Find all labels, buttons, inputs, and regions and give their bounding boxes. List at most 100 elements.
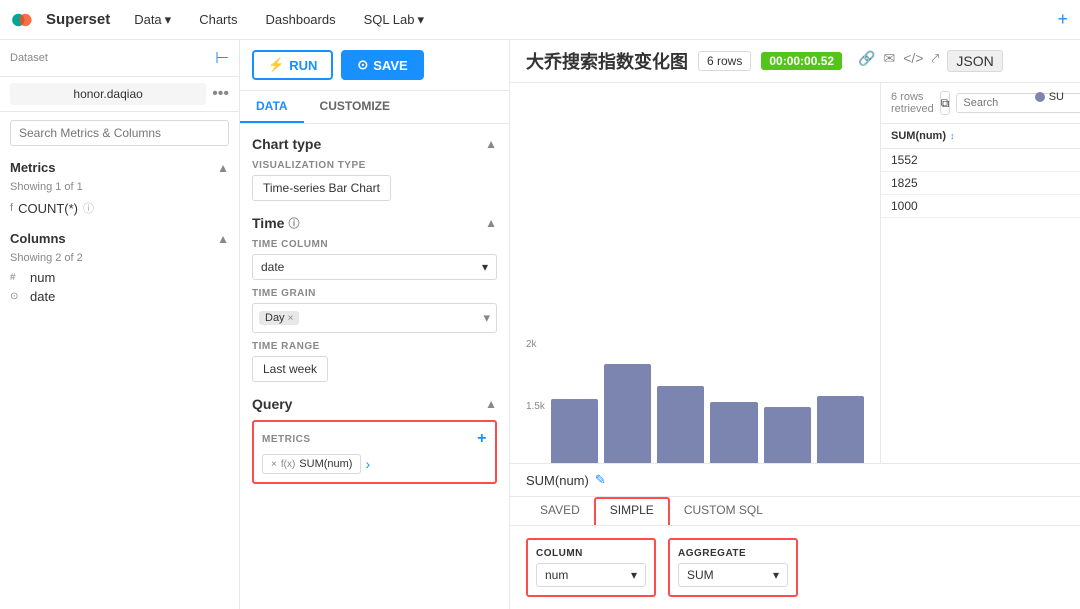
time-header[interactable]: Time ⓘ ▲: [252, 215, 497, 231]
metric-tag-row: × f(x) SUM(num) ›: [262, 454, 487, 474]
legend-label: SU: [1049, 91, 1064, 103]
dataset-header: Dataset ⊢: [0, 40, 239, 77]
query-chevron: ▲: [485, 397, 497, 411]
metrics-query-header: METRICS +: [262, 430, 487, 448]
column-num: # num: [10, 268, 229, 287]
time-grain-remove-icon[interactable]: ×: [288, 313, 294, 324]
chart-header: 大乔搜索指数变化图 6 rows 00:00:00.52 🔗 ✉ </> ⤤ J…: [510, 40, 1080, 83]
legend-dot: [1035, 92, 1045, 102]
data-row-1: 1552: [881, 149, 1080, 172]
metric-tag-arrow-icon[interactable]: ›: [365, 456, 370, 472]
nav-charts[interactable]: Charts: [195, 12, 241, 27]
y-label-1-5k: 1.5k: [526, 401, 545, 412]
rows-badge: 6 rows: [698, 51, 751, 71]
sum-column-box: COLUMN num ▾: [526, 538, 656, 597]
col-type-num: #: [10, 272, 24, 283]
sum-popup-header: SUM(num) ✎: [510, 464, 1080, 497]
top-navigation: Superset Data ▾ Charts Dashboards SQL La…: [0, 0, 1080, 40]
data-row-3: 1000: [881, 195, 1080, 218]
metrics-add-icon[interactable]: +: [477, 430, 487, 448]
metric-count: f COUNT(*) ⓘ: [10, 197, 229, 219]
metrics-query-section: METRICS + × f(x) SUM(num) ›: [252, 420, 497, 484]
middle-tabs: DATA CUSTOMIZE: [240, 91, 509, 124]
data-panel-copy-button[interactable]: ⧉: [940, 91, 951, 115]
sort-icon[interactable]: ↕: [950, 131, 955, 141]
time-column-chevron: ▾: [482, 260, 488, 274]
chart-type-block: Chart type ▲ VISUALIZATION TYPE Time-ser…: [252, 136, 497, 201]
time-column-label: TIME COLUMN: [252, 239, 497, 250]
code-icon[interactable]: </>: [903, 50, 923, 72]
nav-sqllab[interactable]: SQL Lab ▾: [360, 12, 428, 28]
time-grain-select[interactable]: Day × ▾: [252, 303, 497, 333]
json-label: JSON: [956, 53, 993, 69]
search-input[interactable]: [10, 120, 229, 146]
columns-section: Columns ▲ Showing 2 of 2 # num ⊙ date: [0, 225, 239, 312]
sum-tab-simple[interactable]: SIMPLE: [594, 497, 670, 525]
data-row-2: 1825: [881, 172, 1080, 195]
tab-data[interactable]: DATA: [240, 91, 304, 123]
dataset-name[interactable]: honor.daqiao: [10, 83, 206, 105]
sum-aggregate-select[interactable]: SUM ▾: [678, 563, 788, 587]
dataset-label: Dataset: [10, 52, 48, 64]
logo-text: Superset: [46, 11, 110, 28]
metrics-section: Metrics ▲ Showing 1 of 1 f COUNT(*) ⓘ: [0, 154, 239, 225]
dataset-name-row: honor.daqiao •••: [0, 77, 239, 112]
sum-tab-custom-sql[interactable]: CUSTOM SQL: [670, 497, 777, 525]
columns-header[interactable]: Columns ▲: [10, 231, 229, 246]
nav-plus-button[interactable]: +: [1057, 9, 1068, 30]
run-save-bar: ⚡ RUN ⊙ SAVE: [240, 40, 509, 91]
email-icon[interactable]: ✉: [884, 50, 896, 72]
search-area: [0, 112, 239, 154]
columns-chevron: ▲: [217, 232, 229, 246]
y-label-2k: 2k: [526, 339, 545, 350]
json-button[interactable]: JSON: [947, 50, 1002, 72]
info-icon: ⓘ: [83, 200, 94, 216]
chart-type-header[interactable]: Chart type ▲: [252, 136, 497, 152]
nav-sqllab-arrow: ▾: [417, 12, 424, 28]
time-grain-tag: Day ×: [259, 311, 299, 325]
sum-column-select[interactable]: num ▾: [536, 563, 646, 587]
save-icon: ⊙: [357, 57, 368, 73]
dataset-more-icon[interactable]: •••: [212, 85, 229, 103]
data-panel-rows: 6 rows retrieved: [891, 91, 934, 115]
save-button[interactable]: ⊙ SAVE: [341, 50, 423, 80]
main-layout: Dataset ⊢ honor.daqiao ••• Metrics ▲ Sho…: [0, 40, 1080, 609]
data-panel-header: 6 rows retrieved ⧉: [881, 83, 1080, 124]
sum-column-label: COLUMN: [536, 548, 646, 559]
metrics-showing: Showing 1 of 1: [10, 181, 229, 193]
data-table-header: SUM(num) ↕: [881, 124, 1080, 149]
function-small-icon: f(x): [281, 459, 295, 470]
run-button[interactable]: ⚡ RUN: [252, 50, 333, 80]
sum-tab-saved[interactable]: SAVED: [526, 497, 594, 525]
query-header[interactable]: Query ▲: [252, 396, 497, 412]
sidebar: Dataset ⊢ honor.daqiao ••• Metrics ▲ Sho…: [0, 40, 240, 609]
time-range-label: TIME RANGE: [252, 341, 497, 352]
chart-title: 大乔搜索指数变化图: [526, 48, 688, 74]
time-range-button[interactable]: Last week: [252, 356, 328, 382]
tab-customize[interactable]: CUSTOMIZE: [304, 91, 406, 123]
col-type-date: ⊙: [10, 291, 24, 302]
link-icon[interactable]: 🔗: [858, 50, 875, 72]
time-block: Time ⓘ ▲ TIME COLUMN date ▾ TIME GRAIN D…: [252, 215, 497, 382]
viz-type-button[interactable]: Time-series Bar Chart: [252, 175, 391, 201]
nav-data[interactable]: Data ▾: [130, 12, 175, 28]
time-column-select[interactable]: date ▾: [252, 254, 497, 280]
sum-aggregate-box: AGGREGATE SUM ▾: [668, 538, 798, 597]
function-icon: f: [10, 202, 13, 214]
logo: Superset: [12, 11, 110, 29]
metric-sum-tag[interactable]: × f(x) SUM(num): [262, 454, 361, 474]
sum-popup-tabs: SAVED SIMPLE CUSTOM SQL: [510, 497, 1080, 526]
sum-aggregate-chevron: ▾: [773, 568, 779, 582]
viz-type-label: VISUALIZATION TYPE: [252, 160, 497, 171]
chart-type-chevron: ▲: [485, 137, 497, 151]
chart-legend: SU: [1035, 91, 1064, 103]
nav-data-arrow: ▾: [165, 12, 172, 28]
columns-showing: Showing 2 of 2: [10, 252, 229, 264]
sum-edit-icon[interactable]: ✎: [595, 472, 606, 488]
nav-dashboards[interactable]: Dashboards: [262, 12, 340, 27]
dataset-expand-icon[interactable]: ⊢: [215, 48, 229, 68]
metric-remove-icon[interactable]: ×: [271, 459, 277, 470]
chart-action-icons: 🔗 ✉ </> ⤤ JSON: [858, 50, 1003, 72]
export-icon[interactable]: ⤤: [931, 50, 939, 72]
metrics-header[interactable]: Metrics ▲: [10, 160, 229, 175]
